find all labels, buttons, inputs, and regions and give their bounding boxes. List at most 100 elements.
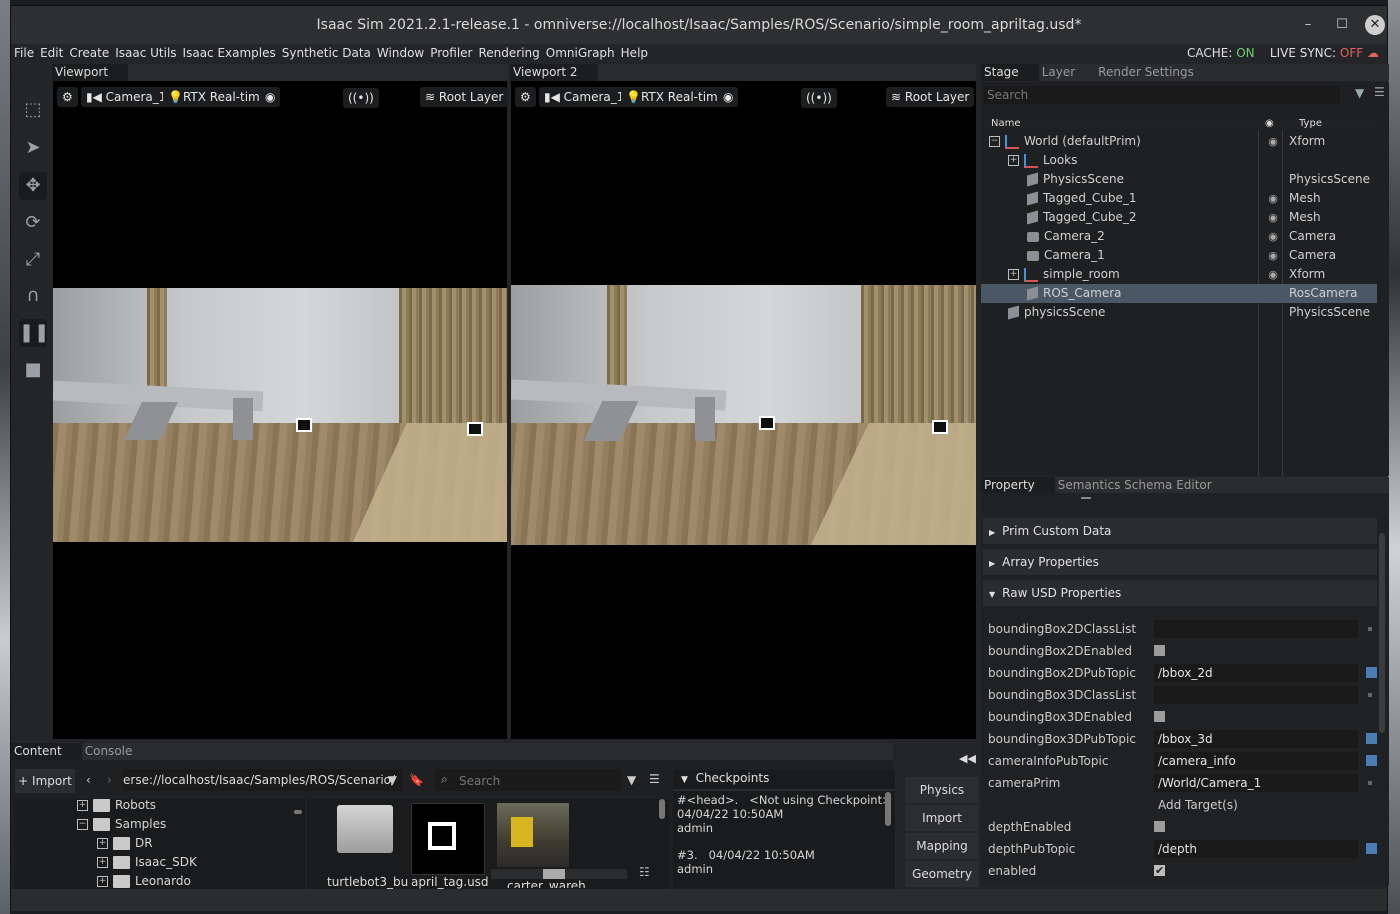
expand-icon[interactable]: + [1008,155,1019,166]
viewport-2[interactable]: ⚙ ▮◀ Camera_1 💡RTX Real-time ◉ ((•)) ≋ R… [511,81,976,739]
content-search-field[interactable]: ⌕ [435,769,621,791]
collapse-left-icon[interactable]: ◀◀ [959,752,976,765]
property-value-field[interactable]: /bbox_2d [1154,664,1358,682]
expand-icon[interactable]: + [97,876,108,887]
extension-button-import[interactable]: Import [905,805,979,831]
stage-search-input[interactable] [984,86,1340,104]
stage-tree-row[interactable]: + Looks [981,151,1377,170]
viewport-2-layer-selector[interactable]: ≋ Root Layer [886,87,975,107]
stage-tree-row[interactable]: Tagged_Cube_1 ◉ Mesh [981,189,1377,208]
apriltag-thumbnail[interactable] [411,803,485,875]
tab-layer[interactable]: Layer [1038,64,1096,81]
override-marker[interactable] [1366,667,1377,678]
content-search-input[interactable] [457,771,621,791]
property-scrollbar[interactable] [1379,533,1385,733]
stage-filter-icon[interactable]: ▼ [1355,86,1364,100]
thumb-label-carter[interactable]: carter_wareh [507,879,586,888]
visibility-eye-icon[interactable]: ◉ [1266,189,1280,208]
menu-item-file[interactable]: File [11,44,37,63]
menu-item-synthetic-data[interactable]: Synthetic Data [279,44,374,63]
expand-icon[interactable]: + [97,838,108,849]
menu-item-rendering[interactable]: Rendering [475,44,542,63]
property-value-field[interactable]: /World/Camera_1 [1154,774,1358,792]
viewport-1-visibility-eye-icon[interactable]: ◉ [260,87,281,107]
collapse-icon[interactable]: − [77,819,88,830]
checkpoints-header[interactable]: ▼ Checkpoints [681,771,769,785]
stage-tree-row[interactable]: Tagged_Cube_2 ◉ Mesh [981,208,1377,227]
extension-button-physics[interactable]: Physics [905,777,979,803]
stage-tree-row[interactable]: ROS_Camera RosCamera [981,284,1377,303]
checkpoint-item[interactable]: #<head>. <Not using Checkpoint> 04/04/22 … [677,793,892,835]
visibility-eye-icon[interactable]: ◉ [1266,246,1280,265]
extension-button-mapping[interactable]: Mapping [905,833,979,859]
folder-thumbnail[interactable] [337,805,393,853]
viewport-2-broadcast-icon[interactable]: ((•)) [801,88,837,108]
viewport-2-visibility-eye-icon[interactable]: ◉ [718,87,739,107]
stop-button[interactable]: ■ [19,356,47,384]
grid-scrollbar[interactable] [659,799,665,819]
tab-viewport-1[interactable]: Viewport [52,64,129,81]
override-marker[interactable] [1366,733,1377,744]
pause-button[interactable]: ❚❚ [19,319,49,347]
viewport-2-renderer-selector[interactable]: 💡RTX Real-time [621,87,731,107]
viewport-1-layer-selector[interactable]: ≋ Root Layer [420,87,509,107]
default-marker[interactable] [1368,627,1372,631]
stage-tree-row[interactable]: physicsScene PhysicsScene [981,303,1377,322]
section-raw-usd-properties[interactable]: ▼ Raw USD Properties [983,580,1377,606]
extension-button-geometry[interactable]: Geometry [905,861,979,887]
viewport-1-broadcast-icon[interactable]: ((•)) [343,88,379,108]
property-checkbox[interactable] [1154,645,1165,656]
section-array-properties[interactable]: ▶ Array Properties [983,549,1377,575]
stage-tree-row[interactable]: + simple_room ◉ Xform [981,265,1377,284]
checkpoints-scrollbar[interactable] [885,792,891,826]
menu-item-help[interactable]: Help [618,44,651,63]
forward-arrow-icon[interactable]: › [107,773,112,787]
stage-tree-row[interactable]: PhysicsScene PhysicsScene [981,170,1377,189]
stage-options-icon[interactable]: ☰ [1374,85,1385,99]
folder-tree-item[interactable]: + DR [97,834,153,853]
tab-semantics-schema-editor[interactable]: Semantics Schema Editor [1054,477,1232,494]
property-value-field[interactable]: /camera_info [1154,752,1358,770]
menu-item-isaac-utils[interactable]: Isaac Utils [112,44,179,63]
expand-icon[interactable]: + [1008,269,1019,280]
stage-tree-row[interactable]: Camera_1 ◉ Camera [981,246,1377,265]
menu-item-isaac-examples[interactable]: Isaac Examples [180,44,279,63]
viewport-2-settings-gear-icon[interactable]: ⚙ [515,87,536,107]
stage-tree-row[interactable]: − World (defaultPrim) ◉ Xform [981,132,1377,151]
property-value-field[interactable] [1154,686,1358,704]
tab-render-settings[interactable]: Render Settings [1095,64,1214,81]
move-tool-icon[interactable]: ✥ [19,172,47,200]
rotate-tool-icon[interactable]: ⟳ [19,209,47,237]
close-button[interactable]: ✕ [1365,15,1385,35]
carter-warehouse-thumbnail[interactable] [497,803,569,867]
viewport-2-camera-selector[interactable]: ▮◀ Camera_1 [539,87,630,107]
collapse-icon[interactable]: − [989,136,1000,147]
scale-tool-icon[interactable]: ⤢ [19,246,47,274]
add-target-button[interactable]: Add Target(s) [1158,795,1238,815]
chevron-down-icon[interactable]: ▼ [388,769,397,791]
slider-thumb[interactable] [543,869,565,879]
override-marker[interactable] [1366,843,1377,854]
menu-item-window[interactable]: Window [374,44,427,63]
menu-item-create[interactable]: Create [66,44,112,63]
viewport-1-renderer-selector[interactable]: 💡RTX Real-time [163,87,273,107]
minimize-button[interactable]: – [1298,15,1318,35]
expand-icon[interactable]: + [77,800,88,811]
content-filter-icon[interactable]: ▼ [627,773,636,787]
thumbnail-size-slider[interactable] [491,869,627,879]
visibility-eye-icon[interactable]: ◉ [1266,208,1280,227]
section-prim-custom-data[interactable]: ▶ Prim Custom Data [983,518,1377,544]
folder-tree-item[interactable]: + Isaac_SDK [97,853,197,872]
property-value-field[interactable] [1154,620,1358,638]
back-arrow-icon[interactable]: ‹ [86,773,91,787]
list-view-icon[interactable]: ☷ [639,865,650,879]
default-marker[interactable] [1368,781,1372,785]
visibility-eye-icon[interactable]: ◉ [1266,227,1280,246]
menu-item-edit[interactable]: Edit [37,44,66,63]
visibility-eye-icon[interactable]: ◉ [1266,265,1280,284]
thumb-label-april-tag[interactable]: april_tag.usd [411,875,489,889]
import-button[interactable]: + Import [15,769,75,793]
override-marker[interactable] [1366,755,1377,766]
viewport-1-settings-gear-icon[interactable]: ⚙ [57,87,78,107]
menu-item-profiler[interactable]: Profiler [427,44,475,63]
